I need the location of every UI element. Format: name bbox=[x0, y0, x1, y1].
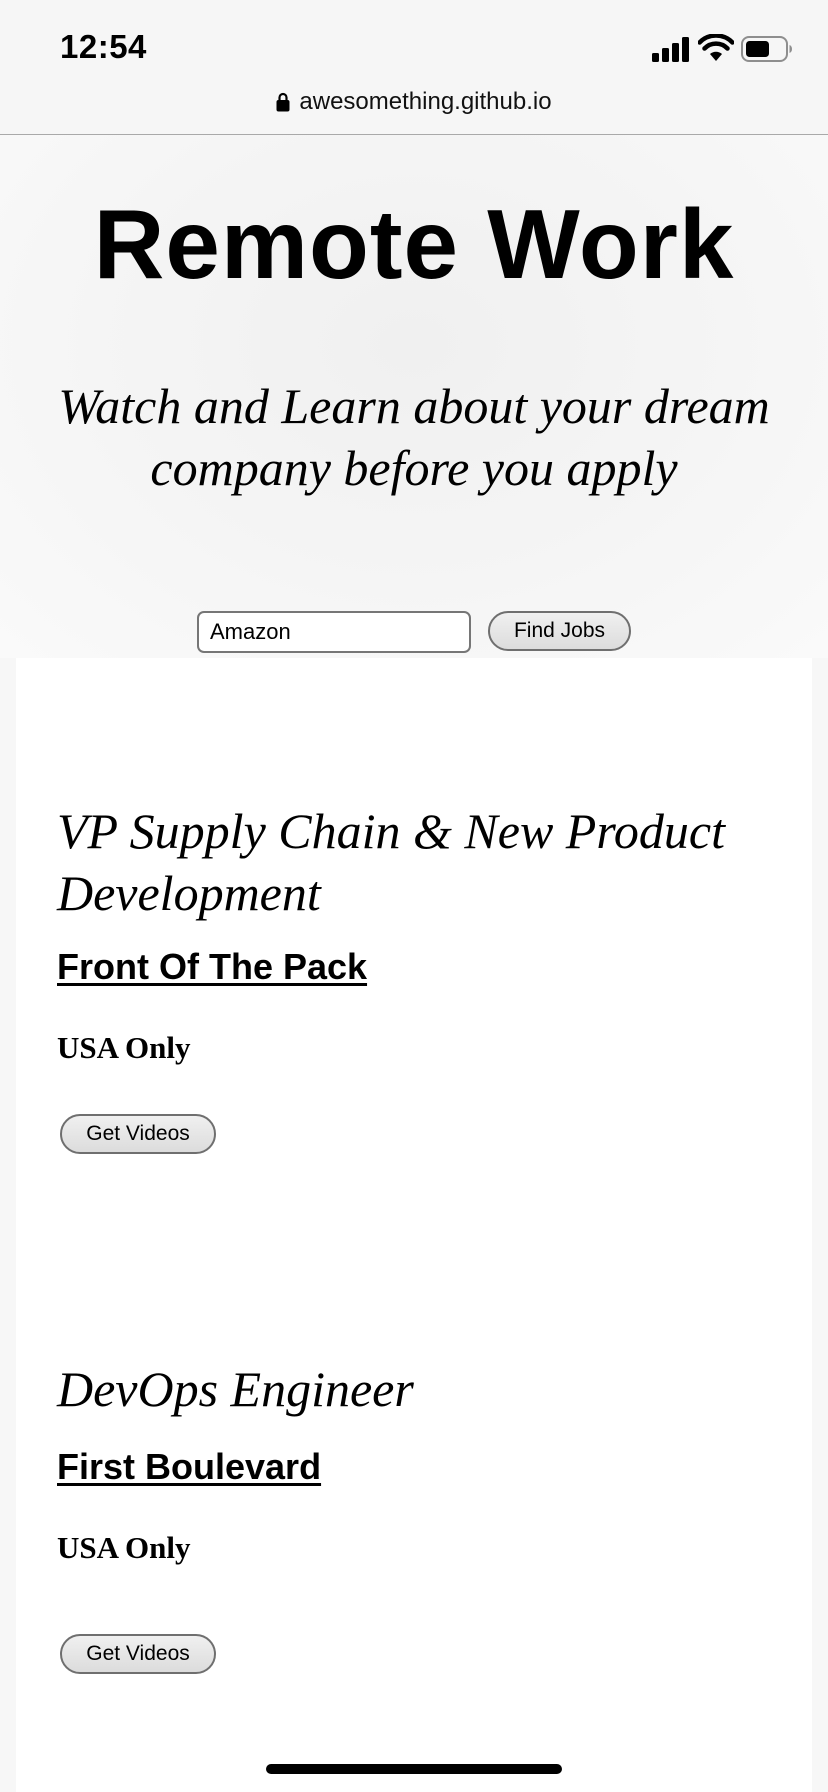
search-form: Find Jobs bbox=[0, 611, 828, 655]
home-indicator[interactable] bbox=[266, 1764, 562, 1774]
lock-icon bbox=[276, 92, 290, 112]
job-location: USA Only bbox=[57, 1030, 191, 1065]
signal-icon bbox=[652, 36, 690, 62]
hero-section: Remote Work Watch and Learn about your d… bbox=[0, 135, 828, 658]
job-results: VP Supply Chain & New Product Developmen… bbox=[16, 658, 812, 1792]
url-text: awesomething.github.io bbox=[299, 88, 552, 115]
page-tagline: Watch and Learn about your dream company… bbox=[58, 378, 770, 496]
job-location: USA Only bbox=[57, 1530, 191, 1565]
job-title: DevOps Engineer bbox=[57, 1361, 414, 1417]
find-jobs-button[interactable]: Find Jobs bbox=[488, 611, 631, 651]
wifi-icon bbox=[698, 34, 734, 61]
job-card: DevOps Engineer First Boulevard USA Only… bbox=[57, 1358, 797, 1674]
company-link[interactable]: Front Of The Pack bbox=[57, 946, 367, 988]
job-card: VP Supply Chain & New Product Developmen… bbox=[57, 800, 797, 1154]
url-bar[interactable]: awesomething.github.io bbox=[0, 78, 828, 135]
status-time: 12:54 bbox=[60, 28, 147, 65]
battery-icon bbox=[741, 36, 792, 62]
job-title: VP Supply Chain & New Product Developmen… bbox=[57, 803, 726, 921]
page-title: Remote Work bbox=[93, 189, 735, 299]
search-input[interactable] bbox=[197, 611, 471, 653]
company-link[interactable]: First Boulevard bbox=[57, 1446, 321, 1488]
get-videos-button[interactable]: Get Videos bbox=[60, 1634, 216, 1674]
get-videos-button[interactable]: Get Videos bbox=[60, 1114, 216, 1154]
